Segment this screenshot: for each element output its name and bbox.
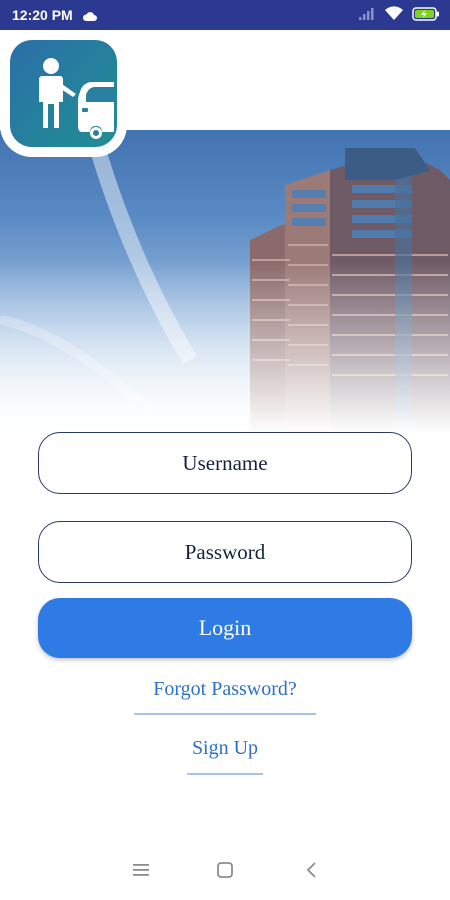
home-square-icon[interactable]: [216, 861, 234, 884]
sign-up-link[interactable]: Sign Up: [175, 737, 275, 760]
status-bar: 12:20 PM: [0, 0, 450, 30]
login-button[interactable]: Login: [38, 598, 412, 658]
username-input[interactable]: Username: [38, 432, 412, 494]
forgot-password-link[interactable]: Forgot Password?: [125, 678, 325, 701]
status-icons: [358, 6, 440, 24]
cloud-icon: [82, 9, 98, 25]
login-screen: 12:20 PM Username Password Login Forgot …: [0, 0, 450, 900]
sign-up-underline: [187, 773, 263, 775]
status-time: 12:20 PM: [12, 7, 73, 23]
password-input[interactable]: Password: [38, 521, 412, 583]
back-icon[interactable]: [305, 861, 319, 884]
menu-icon[interactable]: [132, 862, 150, 883]
wifi-icon: [384, 6, 404, 24]
signal-icon: [358, 7, 376, 24]
person-car-icon: [39, 58, 114, 139]
system-nav-bar: [0, 840, 450, 900]
app-logo: [10, 40, 117, 147]
battery-charging-icon: [412, 6, 440, 24]
forgot-password-underline: [134, 713, 316, 715]
